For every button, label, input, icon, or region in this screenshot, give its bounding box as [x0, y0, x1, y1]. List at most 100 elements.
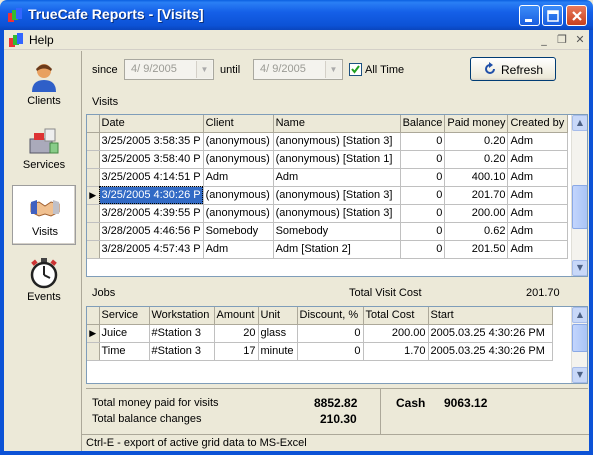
mdi-minimize-icon[interactable]: _ [536, 33, 552, 47]
scroll-down-icon[interactable]: ▼ [572, 367, 587, 383]
visits-grid[interactable]: Date Client Name Balance Paid money Crea… [86, 114, 588, 277]
scrollbar-thumb[interactable] [572, 185, 587, 229]
table-cell[interactable]: (anonymous) [203, 186, 274, 205]
scroll-down-icon[interactable]: ▼ [572, 260, 587, 276]
table-cell[interactable]: 0 [400, 168, 446, 187]
table-cell[interactable]: 0 [297, 324, 364, 343]
current-row-arrow-icon[interactable]: ▶ [87, 186, 100, 205]
table-cell[interactable]: Adm [507, 168, 569, 187]
current-row-arrow-icon[interactable]: ▶ [87, 324, 100, 343]
table-cell[interactable]: 200.00 [444, 204, 509, 223]
row-indicator[interactable] [87, 240, 100, 259]
maximize-button[interactable] [542, 5, 563, 26]
chevron-down-icon[interactable]: ▼ [325, 61, 341, 78]
table-cell[interactable]: 200.00 [363, 324, 429, 343]
table-cell[interactable]: 0 [400, 240, 446, 259]
table-cell[interactable]: 0 [400, 132, 446, 151]
all-time-label[interactable]: All Time [365, 64, 404, 76]
row-indicator[interactable] [87, 168, 100, 187]
table-row[interactable]: 3/28/2005 4:57:43 P Adm Adm [Station 2] … [87, 240, 569, 259]
jobs-grid[interactable]: Service Workstation Amount Unit Discount… [86, 306, 588, 384]
table-cell[interactable]: Adm [507, 204, 569, 223]
visits-scrollbar[interactable]: ▲ ▼ [571, 115, 587, 276]
chevron-down-icon[interactable]: ▼ [196, 61, 212, 78]
table-row[interactable]: 3/28/2005 4:39:55 P (anonymous) (anonymo… [87, 204, 569, 223]
column-header[interactable]: Discount, % [297, 307, 364, 325]
table-cell[interactable]: 0 [400, 222, 446, 241]
jobs-scrollbar[interactable]: ▲ ▼ [571, 307, 587, 383]
table-cell[interactable]: 3/28/2005 4:46:56 P [99, 222, 204, 241]
since-date-picker[interactable]: 4/ 9/2005 ▼ [124, 59, 214, 80]
table-cell[interactable]: 0 [297, 342, 364, 361]
column-header[interactable]: Amount [214, 307, 259, 325]
table-row[interactable]: 3/25/2005 3:58:35 P (anonymous) (anonymo… [87, 132, 569, 151]
table-cell[interactable]: Adm [507, 186, 569, 205]
all-time-checkbox[interactable] [349, 63, 362, 76]
table-cell[interactable]: 0.20 [444, 150, 509, 169]
table-row[interactable]: Time #Station 3 17 minute 0 1.70 2005.03… [87, 342, 553, 361]
column-header[interactable]: Workstation [149, 307, 215, 325]
column-header[interactable]: Client [203, 115, 274, 133]
table-cell[interactable]: 3/28/2005 4:57:43 P [99, 240, 204, 259]
table-row[interactable]: 3/25/2005 3:58:40 P (anonymous) (anonymo… [87, 150, 569, 169]
table-cell[interactable]: 201.70 [444, 186, 509, 205]
table-cell[interactable]: minute [258, 342, 298, 361]
table-cell[interactable]: Time [99, 342, 150, 361]
table-cell[interactable]: 201.50 [444, 240, 509, 259]
table-cell[interactable]: 0.20 [444, 132, 509, 151]
table-cell[interactable]: 400.10 [444, 168, 509, 187]
mdi-close-icon[interactable]: ✕ [572, 33, 588, 47]
table-cell[interactable]: 3/25/2005 4:30:26 P [99, 186, 204, 205]
table-cell[interactable]: (anonymous) [203, 132, 274, 151]
table-cell[interactable]: (anonymous) [Station 3] [273, 186, 401, 205]
row-indicator[interactable] [87, 204, 100, 223]
table-cell[interactable]: 0.62 [444, 222, 509, 241]
row-indicator[interactable] [87, 150, 100, 169]
table-row[interactable]: 3/28/2005 4:46:56 P Somebody Somebody 0 … [87, 222, 569, 241]
column-header[interactable]: Paid money [444, 115, 509, 133]
table-cell[interactable]: Juice [99, 324, 150, 343]
table-row[interactable]: 3/25/2005 4:14:51 P Adm Adm 0 400.10 Adm [87, 168, 569, 187]
sidebar-item-events[interactable]: Events [12, 251, 76, 311]
table-cell[interactable]: Adm [507, 240, 569, 259]
table-cell[interactable]: 2005.03.25 4:30:26 PM [428, 324, 553, 343]
row-indicator[interactable] [87, 132, 100, 151]
table-cell[interactable]: Adm [273, 168, 401, 187]
column-header[interactable]: Created by [507, 115, 569, 133]
table-cell[interactable]: (anonymous) [Station 3] [273, 132, 401, 151]
table-row[interactable]: ▶ Juice #Station 3 20 glass 0 200.00 200… [87, 324, 553, 343]
table-cell[interactable]: glass [258, 324, 298, 343]
table-cell[interactable]: (anonymous) [Station 3] [273, 204, 401, 223]
table-cell[interactable]: 20 [214, 324, 259, 343]
row-indicator[interactable] [87, 222, 100, 241]
table-cell[interactable]: #Station 3 [149, 342, 215, 361]
minimize-button[interactable] [519, 5, 540, 26]
table-cell[interactable]: 3/25/2005 3:58:35 P [99, 132, 204, 151]
table-cell[interactable]: #Station 3 [149, 324, 215, 343]
table-cell[interactable]: (anonymous) [203, 150, 274, 169]
sidebar-item-services[interactable]: Services [12, 119, 76, 179]
column-header[interactable]: Total Cost [363, 307, 429, 325]
column-header[interactable]: Service [99, 307, 150, 325]
document-icon[interactable] [8, 32, 24, 48]
menu-help[interactable]: Help [29, 33, 54, 47]
table-cell[interactable]: 1.70 [363, 342, 429, 361]
table-cell[interactable]: 3/28/2005 4:39:55 P [99, 204, 204, 223]
mdi-restore-icon[interactable]: ❐ [554, 33, 570, 47]
table-cell[interactable]: Adm [507, 150, 569, 169]
table-cell[interactable]: Adm [203, 168, 274, 187]
column-header[interactable]: Start [428, 307, 553, 325]
table-row-selected[interactable]: ▶ 3/25/2005 4:30:26 P (anonymous) (anony… [87, 186, 569, 205]
table-cell[interactable]: Adm [Station 2] [273, 240, 401, 259]
sidebar-item-clients[interactable]: Clients [12, 55, 76, 115]
table-cell[interactable]: 3/25/2005 3:58:40 P [99, 150, 204, 169]
table-cell[interactable]: Somebody [203, 222, 274, 241]
table-cell[interactable]: Adm [203, 240, 274, 259]
table-cell[interactable]: 0 [400, 150, 446, 169]
until-date-picker[interactable]: 4/ 9/2005 ▼ [253, 59, 343, 80]
column-header[interactable]: Name [273, 115, 401, 133]
refresh-button[interactable]: Refresh [470, 57, 556, 81]
table-cell[interactable]: (anonymous) [203, 204, 274, 223]
scrollbar-thumb[interactable] [572, 324, 587, 352]
table-cell[interactable]: 3/25/2005 4:14:51 P [99, 168, 204, 187]
